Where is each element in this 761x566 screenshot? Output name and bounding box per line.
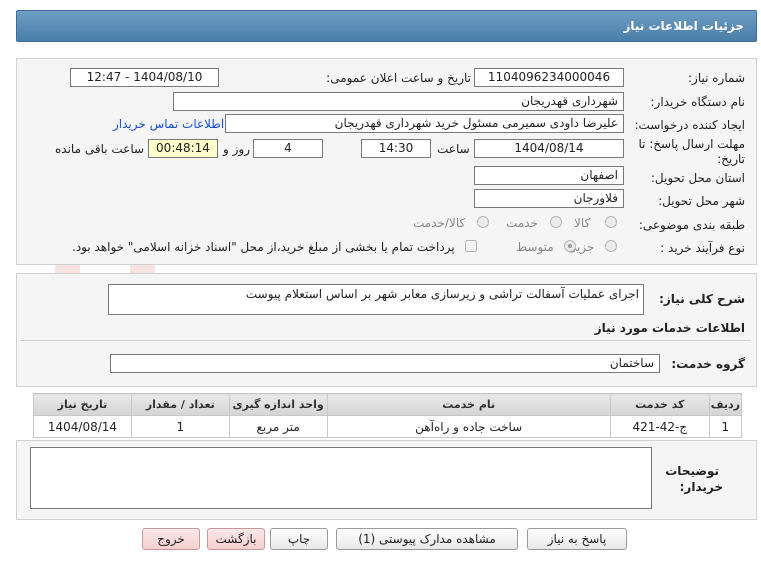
cell-row: 1 [708,415,743,438]
deadline-date-field[interactable]: 1404/08/14 [474,139,624,158]
col-header-row: ردیف [708,393,743,416]
attachments-button[interactable]: مشاهده مدارک پیوستی (1) [336,528,518,550]
need-number-label: شماره نیاز: [688,71,745,85]
col-header-service-code: کد خدمت [609,393,710,416]
process-option-medium: متوسط [516,240,554,254]
page-title: جزئیات اطلاعات نیاز [623,19,744,33]
col-header-service-name: نام خدمت [326,393,611,416]
need-number-field[interactable]: 1104096234000046 [474,68,624,87]
details-panel [16,58,757,265]
payment-checkbox[interactable] [465,240,477,252]
creator-field[interactable]: علیرضا داودی سمیرمی مسئول خرید شهرداری ق… [225,114,624,133]
buyer-org-field[interactable]: شهرداری قهدریجان [173,92,624,111]
service-group-label: گروه خدمت: [671,357,745,371]
process-label: نوع فرآیند خرید : [660,241,745,255]
category-radio-both[interactable] [477,216,489,228]
deadline-time-field[interactable]: 14:30 [361,139,431,158]
back-button[interactable]: بازگشت [207,528,265,550]
cell-quantity: 1 [130,415,230,438]
deadline-time-label: ساعت [437,142,470,156]
announce-field[interactable]: 1404/08/10 - 12:47 [70,68,219,87]
col-header-unit: واحد اندازه گیری [228,393,328,416]
remaining-label: ساعت باقی مانده [55,142,145,156]
province-label: استان محل تحویل: [650,171,745,185]
col-header-quantity: تعداد / مقدار [130,393,230,416]
buyer-notes-field[interactable] [30,447,652,509]
buyer-org-label: نام دستگاه خریدار: [650,95,746,109]
category-radio-goods[interactable] [605,216,617,228]
process-radio-medium[interactable] [564,240,576,252]
category-option-service: خدمت [506,216,538,230]
buyer-contact-link[interactable]: اطلاعات تماس خریدار [113,117,224,131]
cell-unit: متر مربع [228,415,328,438]
service-group-field[interactable]: ساختمان [110,354,660,373]
process-radio-minor[interactable] [605,240,617,252]
description-text: اجرای عملیات آسفالت تراشی و زیرسازی معاب… [245,287,639,301]
col-header-date: تاریخ نیاز [33,393,132,416]
category-option-both: کالا/خدمت [413,216,466,230]
reply-button[interactable]: پاسخ به نیاز [527,528,627,550]
cell-service-name: ساخت جاده و راه‌آهن [326,415,611,438]
cell-date: 1404/08/14 [33,415,132,438]
province-field[interactable]: اصفهان [474,166,624,185]
header-bar: جزئیات اطلاعات نیاز [16,10,757,42]
category-option-goods: کالا [574,216,591,230]
services-table: تاریخ نیاز تعداد / مقدار واحد اندازه گیر… [33,393,743,438]
deadline-label-2: تاریخ: [717,152,745,166]
city-field[interactable]: فلاورجان [474,189,624,208]
description-label: شرح کلی نیاز: [659,292,745,306]
category-label: طبقه بندی موضوعی: [638,218,745,232]
description-field[interactable]: اجرای عملیات آسفالت تراشی و زیرسازی معاب… [108,284,644,315]
days-field[interactable]: 4 [253,139,323,158]
services-section-title: اطلاعات خدمات مورد نیاز [594,321,745,335]
buyer-notes-label-2: خریدار: [679,480,723,494]
category-radio-service[interactable] [550,216,562,228]
city-label: شهر محل تحویل: [658,194,745,208]
remaining-time-field: 00:48:14 [148,139,218,158]
services-divider [20,340,751,341]
table-row: 1404/08/14 1 متر مربع ساخت جاده و راه‌آه… [33,415,743,438]
buyer-notes-label-1: توضیحات [665,464,719,478]
exit-button[interactable]: خروج [142,528,200,550]
days-label: روز و [223,142,250,156]
payment-note: پرداخت تمام یا بخشی از مبلغ خرید،از محل … [72,240,455,254]
table-header-row: تاریخ نیاز تعداد / مقدار واحد اندازه گیر… [33,393,743,416]
print-button[interactable]: چاپ [270,528,328,550]
deadline-label-1: مهلت ارسال پاسخ: تا [638,137,745,151]
cell-service-code: ج-42-421 [609,415,710,438]
announce-label: تاریخ و ساعت اعلان عمومی: [326,71,471,85]
creator-label: ایجاد کننده درخواست: [634,118,745,132]
